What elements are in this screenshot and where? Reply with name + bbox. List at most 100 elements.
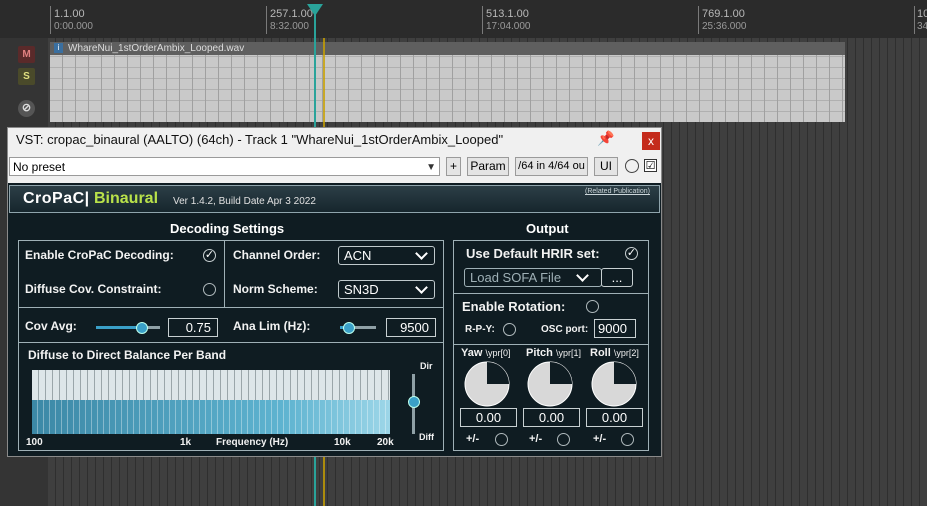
norm-scheme-label: Norm Scheme: bbox=[233, 282, 318, 296]
chevron-down-icon: ▼ bbox=[426, 162, 436, 173]
chevron-down-icon bbox=[576, 269, 589, 282]
yaw-flip-toggle[interactable] bbox=[495, 433, 508, 446]
play-cursor-handle[interactable] bbox=[307, 4, 323, 16]
osc-port-input[interactable]: 9000 bbox=[594, 319, 636, 338]
balance-title: Diffuse to Direct Balance Per Band bbox=[28, 348, 227, 362]
ruler-tick bbox=[50, 6, 51, 34]
pitch-flip-toggle[interactable] bbox=[557, 433, 570, 446]
yaw-label-text: Yaw bbox=[461, 347, 483, 359]
freq-10k-label: 10k bbox=[334, 437, 351, 448]
plugin-panel: CroPaC| Binaural Ver 1.4.2, Build Date A… bbox=[8, 183, 661, 456]
norm-scheme-dropdown[interactable]: SN3D bbox=[338, 280, 435, 299]
roll-flip-toggle[interactable] bbox=[621, 433, 634, 446]
chevron-down-icon bbox=[415, 281, 428, 294]
ruler-tick bbox=[698, 6, 699, 34]
media-item-name: WhareNui_1stOrderAmbix_Looped.wav bbox=[50, 42, 845, 55]
item-info-icon[interactable]: i bbox=[54, 43, 63, 53]
channel-order-label: Channel Order: bbox=[233, 248, 321, 262]
enable-decoding-label: Enable CroPaC Decoding: bbox=[25, 248, 174, 262]
roll-dial[interactable] bbox=[590, 360, 640, 408]
roll-label-text: Roll bbox=[590, 347, 611, 359]
pitch-flip-label: +/- bbox=[529, 433, 543, 445]
yaw-sub: \ypr[0] bbox=[485, 348, 511, 358]
balance-global-slider-thumb[interactable] bbox=[408, 396, 420, 408]
ruler-label: 513.1.00 bbox=[486, 8, 529, 20]
ruler-time: 17:04.000 bbox=[486, 21, 531, 32]
averaging-box bbox=[18, 307, 444, 343]
preset-dropdown[interactable]: No preset ▼ bbox=[9, 157, 440, 176]
freq-1k-label: 1k bbox=[180, 437, 192, 448]
io-routing-button[interactable]: /64 in 4/64 ou bbox=[515, 157, 588, 176]
yaw-value[interactable]: 0.00 bbox=[460, 408, 517, 427]
diffuse-constraint-toggle[interactable] bbox=[203, 283, 216, 296]
balance-graph-grid bbox=[32, 370, 390, 400]
balance-graph-bands bbox=[32, 400, 390, 434]
chevron-down-icon bbox=[415, 247, 428, 260]
diffuse-constraint-label: Diffuse Cov. Constraint: bbox=[25, 282, 162, 296]
ruler-tick bbox=[482, 6, 483, 34]
default-hrir-label: Use Default HRIR set: bbox=[466, 246, 600, 261]
timeline-ruler[interactable]: 1.1.00 0:00.000 257.1.00 8:32.000 513.1.… bbox=[0, 0, 927, 39]
freq-100-label: 100 bbox=[26, 437, 43, 448]
mute-button[interactable]: M bbox=[18, 46, 35, 63]
ruler-time: 25:36.000 bbox=[702, 21, 747, 32]
solo-button[interactable]: S bbox=[18, 68, 35, 85]
dir-label: Dir bbox=[420, 361, 433, 371]
enable-decoding-toggle[interactable]: ✓ bbox=[203, 249, 216, 262]
roll-label: Roll \ypr[2] bbox=[590, 347, 639, 359]
osc-port-label: OSC port: bbox=[541, 324, 589, 335]
norm-scheme-value: SN3D bbox=[344, 282, 379, 297]
load-sofa-label: Load SOFA File bbox=[470, 270, 562, 285]
decoding-settings-title: Decoding Settings bbox=[170, 221, 285, 236]
diff-label: Diff bbox=[419, 432, 434, 442]
preset-add-button[interactable]: + bbox=[446, 157, 461, 176]
yaw-dial[interactable] bbox=[463, 360, 513, 408]
enable-rotation-label: Enable Rotation: bbox=[462, 299, 566, 314]
pitch-dial[interactable] bbox=[526, 360, 576, 408]
freq-20k-label: 20k bbox=[377, 437, 394, 448]
version-text: Ver 1.4.2, Build Date Apr 3 2022 bbox=[173, 196, 316, 207]
pin-icon[interactable]: 📌 bbox=[597, 130, 614, 147]
preset-value: No preset bbox=[13, 160, 66, 174]
roll-value[interactable]: 0.00 bbox=[586, 408, 643, 427]
ana-lim-value[interactable]: 9500 bbox=[386, 318, 436, 337]
channel-order-value: ACN bbox=[344, 248, 372, 263]
close-button[interactable]: x bbox=[642, 132, 660, 150]
cov-avg-value[interactable]: 0.75 bbox=[168, 318, 218, 337]
rpy-label: R-P-Y: bbox=[465, 324, 495, 335]
ui-button[interactable]: UI bbox=[594, 157, 618, 176]
ruler-label: 769.1.00 bbox=[702, 8, 745, 20]
pitch-value[interactable]: 0.00 bbox=[523, 408, 580, 427]
channel-order-dropdown[interactable]: ACN bbox=[338, 246, 435, 265]
phase-icon[interactable]: ⊘ bbox=[18, 100, 35, 117]
browse-sofa-button[interactable]: ... bbox=[601, 268, 633, 287]
vst-window-title: VST: cropac_binaural (AALTO) (64ch) - Tr… bbox=[16, 132, 504, 147]
roll-sub: \ypr[2] bbox=[613, 348, 639, 358]
brand-cropac: CroPaC| bbox=[23, 190, 90, 207]
enable-rotation-toggle[interactable] bbox=[586, 300, 599, 313]
roll-flip-label: +/- bbox=[593, 433, 607, 445]
balance-per-band-graph[interactable] bbox=[32, 370, 390, 434]
yaw-label: Yaw \ypr[0] bbox=[461, 347, 510, 359]
related-publication-link[interactable]: (Related Publication) bbox=[585, 188, 650, 195]
rpy-toggle[interactable] bbox=[503, 323, 516, 336]
ruler-time: 34 bbox=[917, 21, 927, 32]
ruler-tick bbox=[266, 6, 267, 34]
frequency-axis-label: Frequency (Hz) bbox=[216, 437, 289, 448]
ruler-label: 10 bbox=[917, 8, 927, 20]
ana-lim-slider-thumb[interactable] bbox=[343, 322, 355, 334]
default-hrir-toggle[interactable]: ✓ bbox=[625, 247, 638, 260]
ruler-label: 1.1.00 bbox=[54, 8, 85, 20]
brand-binaural: Binaural bbox=[94, 190, 159, 207]
ruler-time: 8:32.000 bbox=[270, 21, 309, 32]
bypass-checkbox[interactable]: ☑ bbox=[644, 159, 657, 172]
ana-lim-label: Ana Lim (Hz): bbox=[233, 319, 311, 333]
cov-avg-label: Cov Avg: bbox=[25, 319, 77, 333]
pitch-sub: \ypr[1] bbox=[555, 348, 581, 358]
cov-avg-slider-thumb[interactable] bbox=[136, 322, 148, 334]
output-title: Output bbox=[526, 221, 569, 236]
param-button[interactable]: Param bbox=[467, 157, 509, 176]
load-sofa-dropdown[interactable]: Load SOFA File bbox=[464, 268, 602, 287]
ruler-time: 0:00.000 bbox=[54, 21, 93, 32]
wet-knob[interactable] bbox=[625, 159, 639, 173]
